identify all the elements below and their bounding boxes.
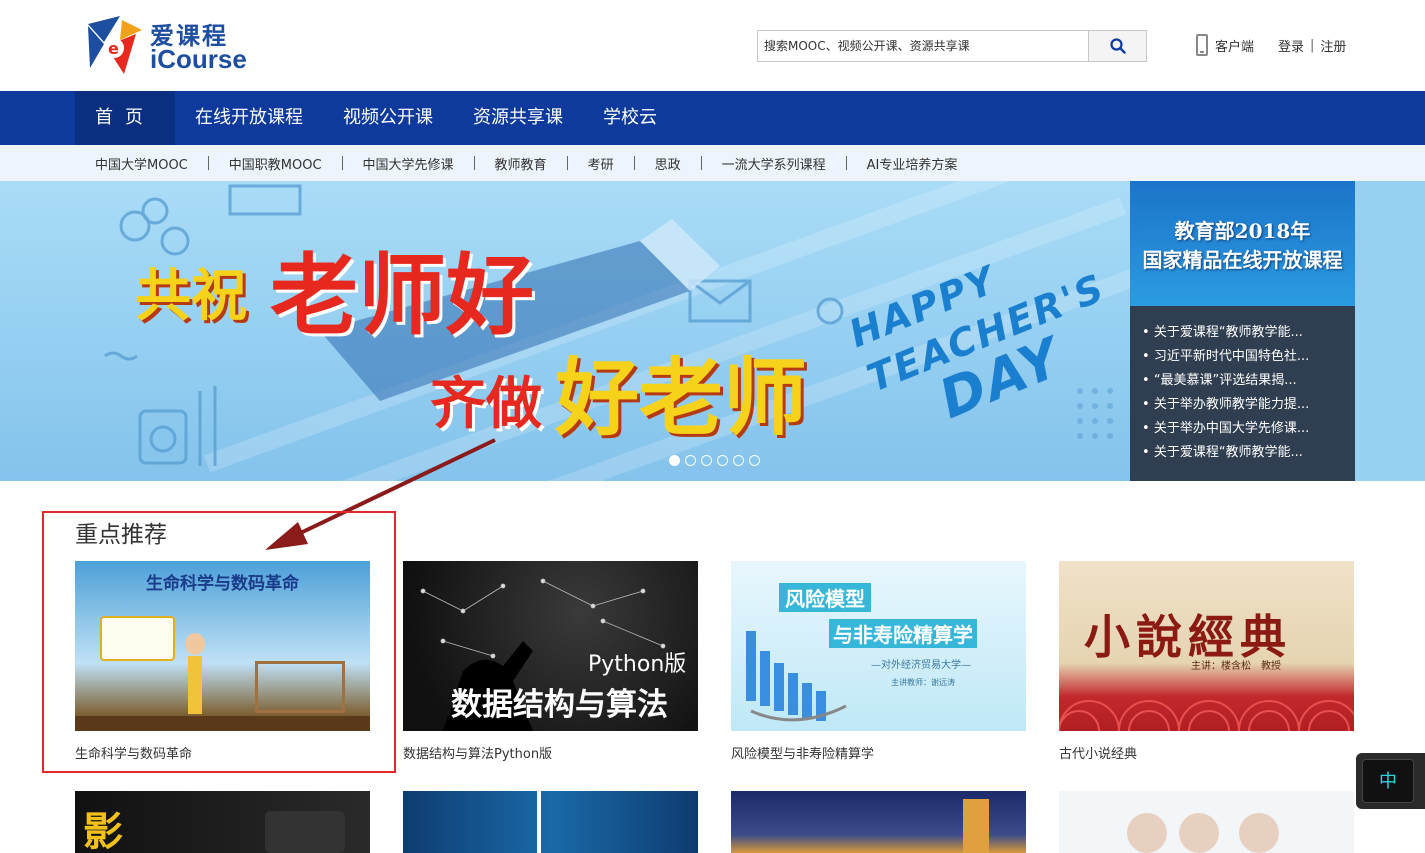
- bar-chart-decor-icon: [746, 631, 847, 722]
- subnav-divider: [845, 156, 847, 170]
- annotation-highlight-box: [42, 511, 396, 773]
- register-link[interactable]: 注册: [1320, 36, 1346, 55]
- subnav-item-mooc[interactable]: 中国大学MOOC: [95, 154, 188, 173]
- nav-item-online-courses[interactable]: 在线开放课程: [175, 91, 323, 145]
- thumb-text: 影: [83, 808, 123, 853]
- course-name[interactable]: 风险模型与非寿险精算学: [731, 743, 1026, 762]
- subnav-item-vocational-mooc[interactable]: 中国职教MOOC: [229, 154, 322, 173]
- nav-item-resource-courses[interactable]: 资源共享课: [453, 91, 583, 145]
- nav-item-school-cloud[interactable]: 学校云: [583, 91, 677, 145]
- carousel-dot[interactable]: [685, 455, 696, 466]
- course-thumb-title: 数据结构与算法: [451, 687, 668, 723]
- course-thumbnail[interactable]: 小說經典 主讲：楼含松 教授: [1059, 561, 1354, 731]
- carousel-dot[interactable]: [669, 455, 680, 466]
- promo-panel: 教育部2018年 国家精品在线开放课程 关于爱课程“教师教学能... 习近平新时…: [1130, 181, 1355, 481]
- search-button[interactable]: [1088, 31, 1146, 61]
- auth-links: 登录 | 注册: [1278, 36, 1346, 55]
- subnav-item-teacher-education[interactable]: 教师教育: [495, 154, 547, 173]
- subnav-divider: [633, 156, 635, 170]
- client-label: 客户端: [1215, 39, 1255, 55]
- subnav-item-postgraduate[interactable]: 考研: [588, 154, 614, 173]
- course-card[interactable]: 风险模型 与非寿险精算学 —对外经济贸易大学— 主讲教师：谢远涛 风险模型与非寿…: [731, 561, 1026, 762]
- news-item[interactable]: 关于爱课程“教师教学能...: [1142, 321, 1347, 345]
- svg-text:e: e: [108, 39, 119, 58]
- promo-title-line2: 国家精品在线开放课程: [1142, 248, 1343, 272]
- subnav-item-ai-program[interactable]: AI专业培养方案: [867, 154, 958, 173]
- search-input[interactable]: [758, 31, 1088, 61]
- course-name[interactable]: 数据结构与算法Python版: [403, 743, 698, 762]
- subnav-item-first-class[interactable]: 一流大学系列课程: [722, 154, 826, 173]
- tower-shape-icon: [963, 799, 989, 853]
- course-thumbnail[interactable]: 风险模型 与非寿险精算学 —对外经济贸易大学— 主讲教师：谢远涛: [731, 561, 1026, 731]
- subnav-divider: [207, 156, 209, 170]
- course-card[interactable]: 小說經典 主讲：楼含松 教授 古代小说经典: [1059, 561, 1354, 762]
- auth-separator: |: [1310, 38, 1315, 53]
- main-nav: 首页 在线开放课程 视频公开课 资源共享课 学校云: [0, 91, 1425, 145]
- news-item[interactable]: 关于举办中国大学先修课...: [1142, 417, 1347, 441]
- subnav-divider: [566, 156, 568, 170]
- header: e 爱课程 iCourse 客户端 登录 | 注册: [0, 0, 1425, 91]
- news-item[interactable]: 关于爱课程“教师教学能...: [1142, 441, 1347, 465]
- search-box: [757, 30, 1147, 62]
- carousel-dots: [669, 455, 765, 466]
- mobile-phone-icon: [1196, 34, 1208, 56]
- banner-text-line1a: 共祝: [135, 263, 247, 329]
- logo[interactable]: e 爱课程 iCourse: [80, 12, 250, 78]
- camera-shape-icon: [265, 811, 345, 853]
- course-card[interactable]: Python版 数据结构与算法 数据结构与算法Python版: [403, 561, 698, 762]
- subnav-divider: [473, 156, 475, 170]
- wave-pattern-icon: [1059, 700, 1354, 731]
- thumb-divider: [537, 791, 541, 853]
- news-item[interactable]: “最美慕课”评选结果揭...: [1142, 369, 1347, 393]
- course-thumb-title: 风险模型: [779, 583, 871, 612]
- course-thumbnail[interactable]: [403, 791, 698, 853]
- course-thumbnail[interactable]: [731, 791, 1026, 853]
- news-item[interactable]: 关于举办教师教学能力提...: [1142, 393, 1347, 417]
- hero-banner[interactable]: 共祝 老师好 齐做 好老师 HAPPY TEACHER'S DAY 教育部201…: [0, 181, 1425, 481]
- banner-edge: [1355, 181, 1425, 481]
- ime-language-toggle[interactable]: 中: [1362, 759, 1414, 803]
- avatar: [1127, 813, 1167, 853]
- subnav-divider: [700, 156, 702, 170]
- course-name[interactable]: 古代小说经典: [1059, 743, 1354, 762]
- avatar: [1239, 813, 1279, 853]
- news-item[interactable]: 习近平新时代中国特色社...: [1142, 345, 1347, 369]
- logo-text-en: iCourse: [150, 44, 247, 74]
- carousel-dot[interactable]: [717, 455, 728, 466]
- banner-text-line2b: 好老师: [555, 348, 808, 447]
- subnav-divider: [341, 156, 343, 170]
- login-link[interactable]: 登录: [1278, 36, 1304, 55]
- logo-mark-icon: e: [88, 16, 142, 74]
- avatar: [1179, 813, 1219, 853]
- carousel-dot[interactable]: [733, 455, 744, 466]
- course-thumbnail[interactable]: 影: [75, 791, 370, 853]
- banner-text-line2a: 齐做: [430, 371, 542, 437]
- course-thumb-university: —对外经济贸易大学—: [871, 660, 971, 671]
- nav-item-video-courses[interactable]: 视频公开课: [323, 91, 453, 145]
- ime-toolbar[interactable]: 中: [1356, 753, 1425, 809]
- nav-item-home[interactable]: 首页: [75, 91, 175, 145]
- promo-title-line1: 教育部2018年: [1174, 219, 1311, 243]
- promo-banner[interactable]: 教育部2018年 国家精品在线开放课程: [1130, 181, 1355, 306]
- course-thumbnail[interactable]: [1059, 791, 1354, 853]
- carousel-dot[interactable]: [749, 455, 760, 466]
- carousel-dot[interactable]: [701, 455, 712, 466]
- banner-image[interactable]: 共祝 老师好 齐做 好老师 HAPPY TEACHER'S DAY: [0, 181, 1130, 481]
- news-list: 关于爱课程“教师教学能... 习近平新时代中国特色社... “最美慕课”评选结果…: [1142, 321, 1347, 465]
- subnav-item-ideology[interactable]: 思政: [655, 154, 681, 173]
- course-thumb-teacher: 主讲：楼含松 教授: [1191, 661, 1281, 672]
- sub-nav: 中国大学MOOC 中国职教MOOC 中国大学先修课 教师教育 考研 思政 一流大…: [0, 145, 1425, 181]
- client-download-link[interactable]: 客户端: [1196, 33, 1254, 57]
- banner-text-line1b: 老师好: [270, 243, 535, 347]
- search-icon: [1109, 38, 1126, 54]
- page: e 爱课程 iCourse 客户端 登录 | 注册 首页: [0, 0, 1425, 853]
- course-thumb-subtitle: Python版: [588, 652, 687, 677]
- subnav-item-preparatory[interactable]: 中国大学先修课: [363, 154, 454, 173]
- course-thumb-teacher: 主讲教师：谢远涛: [891, 678, 955, 687]
- course-thumbnail[interactable]: Python版 数据结构与算法: [403, 561, 698, 731]
